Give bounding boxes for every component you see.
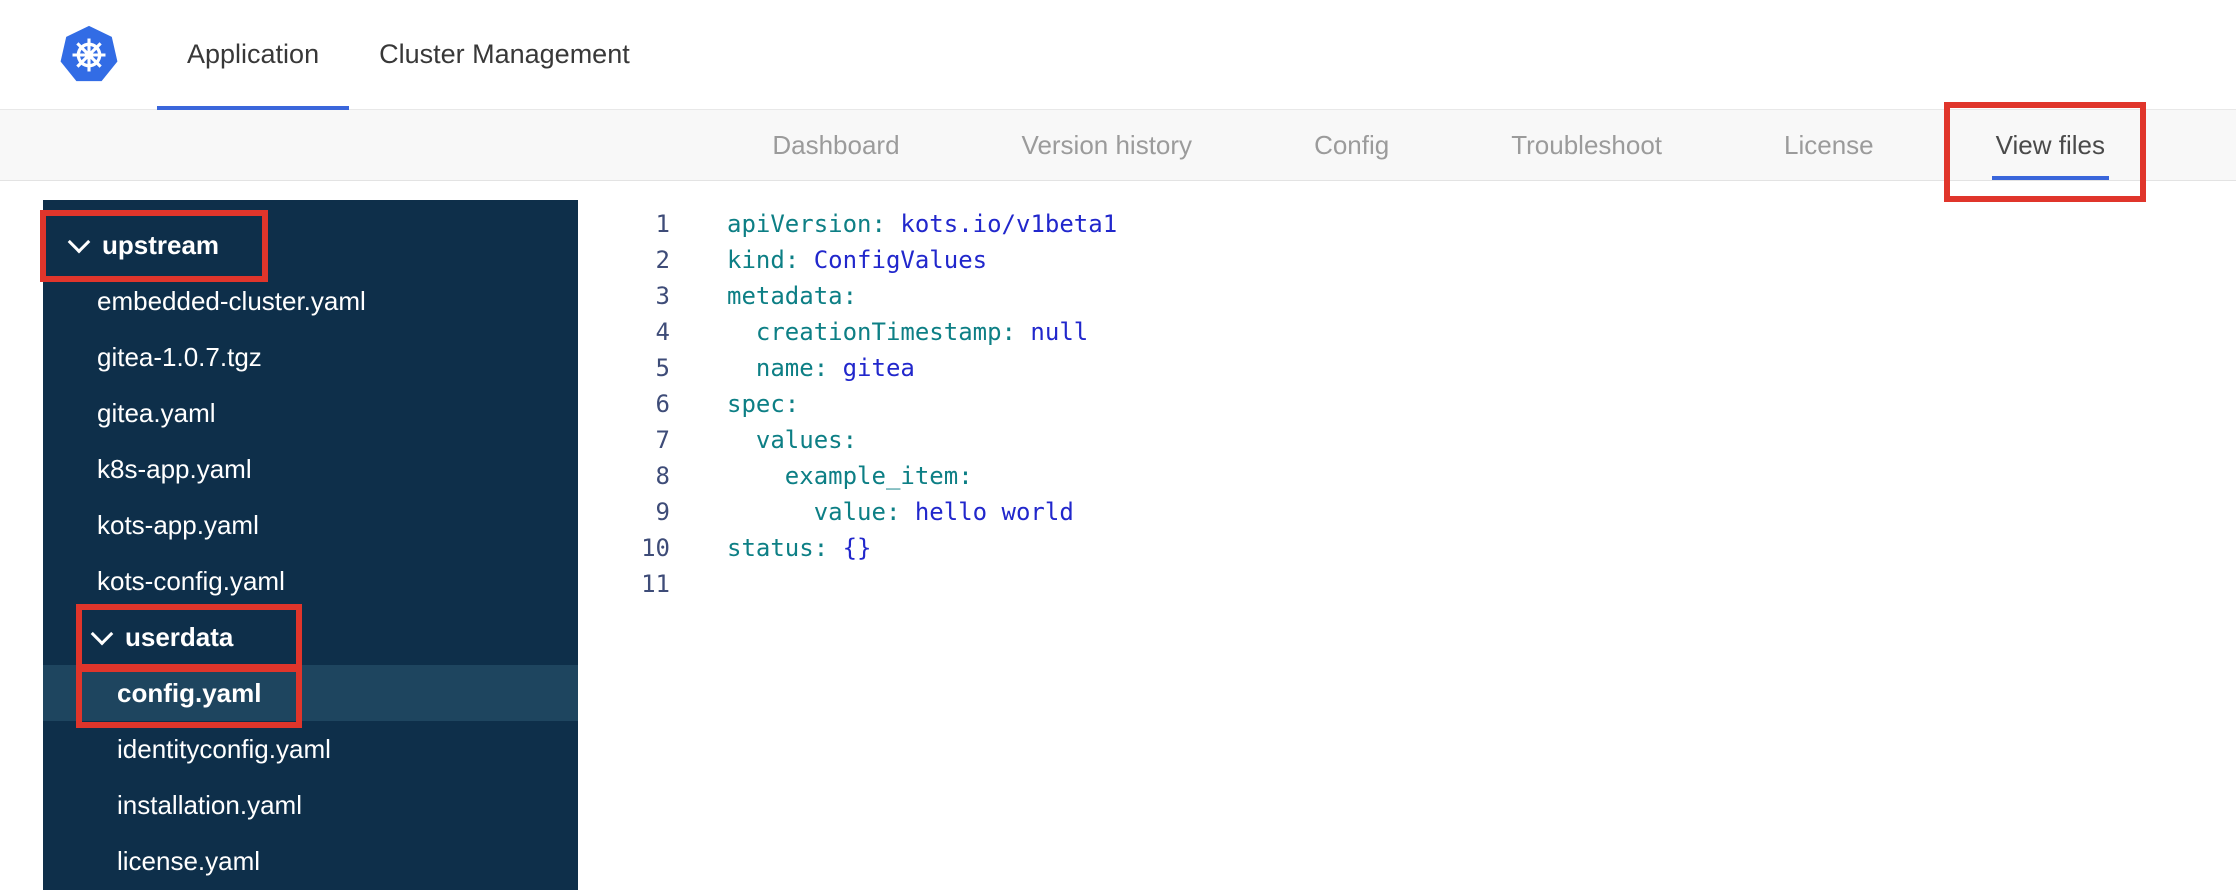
file-viewer: 1 apiVersion: kots.io/v1beta1 2 kind: Confi…	[578, 181, 2236, 602]
nav-item-troubleshoot[interactable]: Troubleshoot	[1511, 110, 1662, 180]
tree-file-kots-app-yaml[interactable]: kots-app.yaml	[43, 497, 578, 553]
top-tabs: Application Cluster Management	[157, 0, 660, 110]
top-tab-cluster-management[interactable]: Cluster Management	[349, 0, 660, 109]
line-content: value: hello world	[727, 498, 1074, 526]
code-line: 2 kind: ConfigValues	[590, 242, 2236, 278]
tree-file-kots-config-yaml[interactable]: kots-config.yaml	[43, 553, 578, 609]
line-number: 7	[655, 426, 670, 454]
tree-item-label: license.yaml	[117, 845, 261, 876]
code-line: 8 example_item:	[590, 458, 2236, 494]
line-number: 3	[655, 282, 670, 310]
line-content: metadata:	[727, 282, 858, 310]
code-lines: 1 apiVersion: kots.io/v1beta1 2 kind: Confi…	[590, 206, 2236, 602]
top-header: Application Cluster Management	[0, 0, 2236, 110]
line-number: 9	[655, 498, 670, 526]
code-line: 4 creationTimestamp: null	[590, 314, 2236, 350]
nav-item-config[interactable]: Config	[1314, 110, 1389, 180]
tree-item-label: embedded-cluster.yaml	[97, 285, 366, 316]
chevron-down-icon	[90, 622, 114, 645]
code-line: 3 metadata:	[590, 278, 2236, 314]
line-content: status: {}	[727, 534, 872, 562]
code-line: 11	[590, 566, 2236, 602]
tree-item-label: config.yaml	[117, 677, 262, 708]
chevron-down-icon	[67, 230, 91, 253]
tree-file-license-yaml[interactable]: license.yaml	[43, 833, 578, 889]
line-number: 2	[655, 246, 670, 274]
tree-item-label: kots-config.yaml	[97, 565, 285, 596]
tree-file-gitea-yaml[interactable]: gitea.yaml	[43, 385, 578, 441]
line-content: values:	[727, 426, 858, 454]
tree-item-label: upstream	[102, 229, 220, 260]
tree-file-config-yaml[interactable]: config.yaml	[43, 665, 578, 721]
line-number: 1	[655, 210, 670, 238]
tree-item-label: identityconfig.yaml	[117, 733, 331, 764]
tree-item-label: userdata	[125, 621, 234, 652]
nav-item-view-files[interactable]: View files	[1991, 110, 2110, 180]
tree-item-label: installation.yaml	[117, 789, 302, 820]
tree-item-label: k8s-app.yaml	[97, 453, 252, 484]
tree-folder-upstream[interactable]: upstream	[43, 217, 578, 273]
tree-file-gitea-1-0-7-tgz[interactable]: gitea-1.0.7.tgz	[43, 329, 578, 385]
line-number: 5	[655, 354, 670, 382]
line-number: 10	[641, 534, 670, 562]
nav-item-license[interactable]: License	[1784, 110, 1874, 180]
line-number: 8	[655, 462, 670, 490]
code-line: 9 value: hello world	[590, 494, 2236, 530]
line-content: kind: ConfigValues	[727, 246, 988, 274]
nav-item-dashboard[interactable]: Dashboard	[772, 110, 899, 180]
nav-item-version-history[interactable]: Version history	[1022, 110, 1193, 180]
line-content: name: gitea	[727, 354, 915, 382]
line-content: spec:	[727, 390, 800, 418]
code-line: 5 name: gitea	[590, 350, 2236, 386]
tree-item-label: gitea-1.0.7.tgz	[97, 341, 262, 372]
file-tree: upstream embedded-cluster.yaml gitea-1.0.7…	[43, 200, 578, 890]
code-line: 10 status: {}	[590, 530, 2236, 566]
content-area: upstream embedded-cluster.yaml gitea-1.0.7…	[0, 181, 2236, 890]
kubernetes-logo-icon	[57, 23, 121, 87]
tree-folder-userdata[interactable]: userdata	[43, 609, 578, 665]
code-line: 1 apiVersion: kots.io/v1beta1	[590, 206, 2236, 242]
kots-admin-console: Application Cluster Management Dashboard V…	[0, 0, 2236, 890]
line-number: 11	[641, 570, 670, 598]
code-line: 7 values:	[590, 422, 2236, 458]
line-number: 6	[655, 390, 670, 418]
tree-item-label: kots-app.yaml	[97, 509, 259, 540]
tree-file-k8s-app-yaml[interactable]: k8s-app.yaml	[43, 441, 578, 497]
tree-file-identityconfig-yaml[interactable]: identityconfig.yaml	[43, 721, 578, 777]
top-tab-application[interactable]: Application	[157, 0, 350, 110]
tree-file-embedded-cluster-yaml[interactable]: embedded-cluster.yaml	[43, 273, 578, 329]
tree-item-label: gitea.yaml	[97, 397, 216, 428]
line-number: 4	[655, 318, 670, 346]
app-nav: Dashboard Version history Config Troublesho…	[0, 110, 2236, 181]
code-line: 6 spec:	[590, 386, 2236, 422]
line-content: apiVersion: kots.io/v1beta1	[727, 210, 1118, 238]
line-content: example_item:	[727, 462, 973, 490]
line-content: creationTimestamp: null	[727, 318, 1089, 346]
tree-file-installation-yaml[interactable]: installation.yaml	[43, 777, 578, 833]
